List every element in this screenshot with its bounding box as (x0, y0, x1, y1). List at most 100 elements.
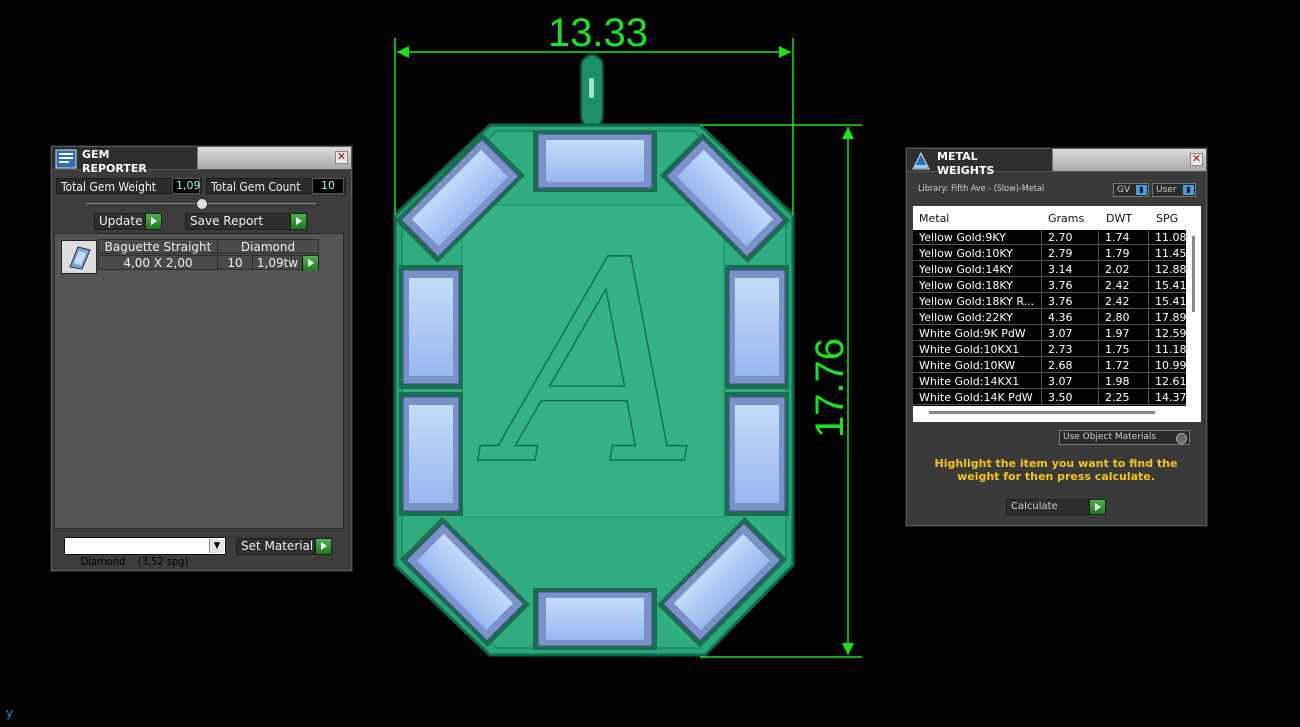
table-cell: 2.73 (1042, 342, 1099, 357)
table-cell: White Gold:14KX1 (913, 374, 1042, 389)
table-cell: Yellow Gold:18KY R... (913, 294, 1042, 309)
stone-right-lower (725, 392, 789, 516)
update-button[interactable]: Update (94, 213, 162, 230)
table-cell: White Gold:10KX1 (913, 342, 1042, 357)
table-cell: 3.76 (1042, 294, 1099, 309)
engraved-letter: A (477, 201, 701, 527)
gem-list: Baguette Straight Diamond 4,00 X 2,00 10… (54, 233, 344, 529)
table-cell: 11.08 (1149, 230, 1186, 245)
table-cell: 2.80 (1099, 310, 1149, 325)
table-cell: Yellow Gold:9KY (913, 230, 1042, 245)
table-cell: 10.99 (1149, 358, 1186, 373)
metal-weights-panel: METAL WEIGHTS ✕ Library: Fifth Ave - (Sl… (906, 148, 1207, 526)
stone-top (533, 130, 657, 192)
play-icon (290, 214, 306, 229)
table-row[interactable]: Yellow Gold:18KY R... 3.76 2.42 15.41 (913, 294, 1186, 310)
table-cell: 2.42 (1099, 278, 1149, 293)
column-metal[interactable]: Metal (919, 208, 950, 230)
table-cell: Yellow Gold:18KY (913, 278, 1042, 293)
gem-thumbnail[interactable] (61, 240, 97, 274)
splitter-handle[interactable] (196, 198, 208, 210)
material-select[interactable]: Diamond (3,52 spg) ▼ (64, 537, 226, 568)
toggle-indicator-icon: ▮ (1183, 185, 1194, 195)
axis-indicator: y (6, 706, 13, 720)
table-cell: 1.97 (1099, 326, 1149, 341)
table-cell: 1.74 (1099, 230, 1149, 245)
instruction-text: Highlight the item you want to find the … (934, 457, 1178, 483)
close-icon[interactable]: ✕ (335, 151, 348, 164)
radio-icon (1176, 433, 1187, 444)
play-icon (315, 539, 331, 554)
table-cell: 11.18 (1149, 342, 1186, 357)
update-button-label: Update (99, 214, 143, 228)
stone-bottom (533, 588, 657, 650)
set-material-button[interactable]: Set Material (236, 538, 332, 555)
metal-table: Metal Grams DWT SPG Yellow Gold:9KY 2.70 1… (913, 206, 1201, 422)
scroll-thumb[interactable] (1192, 236, 1195, 312)
table-cell: 2.70 (1042, 230, 1099, 245)
table-row[interactable]: Yellow Gold:14KY 3.14 2.02 12.88 (913, 262, 1186, 278)
table-cell: 14.37 (1149, 390, 1186, 405)
calculate-button[interactable]: Calculate (1006, 499, 1106, 515)
table-row[interactable]: Yellow Gold:9KY 2.70 1.74 11.08 (913, 230, 1186, 246)
material-select-value: Diamond (3,52 spg) (80, 555, 189, 568)
scale-icon (912, 151, 930, 170)
table-row[interactable]: Yellow Gold:22KY 4.36 2.80 17.89 (913, 310, 1186, 326)
user-toggle[interactable]: User ▮ (1152, 183, 1196, 197)
table-cell: 1.79 (1099, 246, 1149, 261)
user-toggle-label: User (1156, 185, 1177, 195)
table-cell: White Gold:14K PdW (913, 390, 1042, 405)
dimension-height-label: 17.76 (808, 338, 852, 438)
gem-weight: 1,09tw (252, 255, 303, 270)
table-row[interactable]: White Gold:14KX1 3.07 1.98 12.61 (913, 374, 1186, 390)
table-cell: 1.72 (1099, 358, 1149, 373)
table-cell: 2.79 (1042, 246, 1099, 261)
save-report-button[interactable]: Save Report (185, 213, 307, 230)
column-spg[interactable]: SPG (1156, 208, 1179, 230)
horizontal-scrollbar[interactable] (929, 411, 1155, 414)
gv-toggle[interactable]: GV ▮ (1113, 183, 1149, 197)
vertical-scrollbar[interactable] (1189, 230, 1199, 406)
table-cell: 2.25 (1099, 390, 1149, 405)
table-cell: 12.88 (1149, 262, 1186, 277)
baguette-icon (69, 246, 91, 270)
gem-material: Diamond (217, 239, 319, 254)
metal-weights-titlebar[interactable]: METAL WEIGHTS ✕ (907, 149, 1206, 177)
table-cell: White Gold:9K PdW (913, 326, 1042, 341)
save-report-button-label: Save Report (190, 214, 264, 228)
total-gem-count-value: 10 (312, 178, 344, 194)
column-dwt[interactable]: DWT (1106, 208, 1133, 230)
use-object-materials-toggle[interactable]: Use Object Materials (1059, 430, 1190, 445)
table-cell: 2.68 (1042, 358, 1099, 373)
library-label: Library: Fifth Ave - (Slow)-Metal (918, 184, 1045, 194)
table-cell: White Gold:10KW (913, 358, 1042, 373)
use-object-materials-label: Use Object Materials (1063, 432, 1157, 442)
gem-reporter-panel: GEM REPORTER ✕ Total Gem Weight 1,09 Tot… (51, 146, 352, 571)
gem-detail-button[interactable] (302, 255, 319, 271)
table-row[interactable]: Yellow Gold:10KY 2.79 1.79 11.45 (913, 246, 1186, 262)
table-cell: Yellow Gold:10KY (913, 246, 1042, 261)
table-cell: 11.45 (1149, 246, 1186, 261)
play-icon (145, 214, 161, 229)
pendant-model: A (393, 54, 795, 657)
gem-count: 10 (217, 255, 253, 270)
gem-reporter-icon (55, 149, 77, 169)
table-cell: 3.07 (1042, 326, 1099, 341)
toggle-indicator-icon: ▮ (1136, 185, 1147, 195)
play-icon (302, 256, 318, 271)
table-row[interactable]: White Gold:9K PdW 3.07 1.97 12.59 (913, 326, 1186, 342)
table-row[interactable]: White Gold:14K PdW 3.50 2.25 14.37 (913, 390, 1186, 406)
metal-rows: Yellow Gold:9KY 2.70 1.74 11.08 Yellow Gold:… (913, 230, 1186, 406)
column-grams[interactable]: Grams (1048, 208, 1085, 230)
table-row[interactable]: White Gold:10KX1 2.73 1.75 11.18 (913, 342, 1186, 358)
total-gem-weight-value: 1,09 (172, 178, 201, 194)
gem-reporter-titlebar[interactable]: GEM REPORTER ✕ (52, 147, 351, 175)
table-cell: 4.36 (1042, 310, 1099, 325)
table-row[interactable]: White Gold:10KW 2.68 1.72 10.99 (913, 358, 1186, 374)
close-icon[interactable]: ✕ (1190, 153, 1203, 166)
table-cell: 15.41 (1149, 294, 1186, 309)
table-row[interactable]: Yellow Gold:18KY 3.76 2.42 15.41 (913, 278, 1186, 294)
gem-shape: Baguette Straight (98, 239, 218, 254)
play-icon (1089, 500, 1105, 514)
gem-size: 4,00 X 2,00 (98, 255, 218, 270)
